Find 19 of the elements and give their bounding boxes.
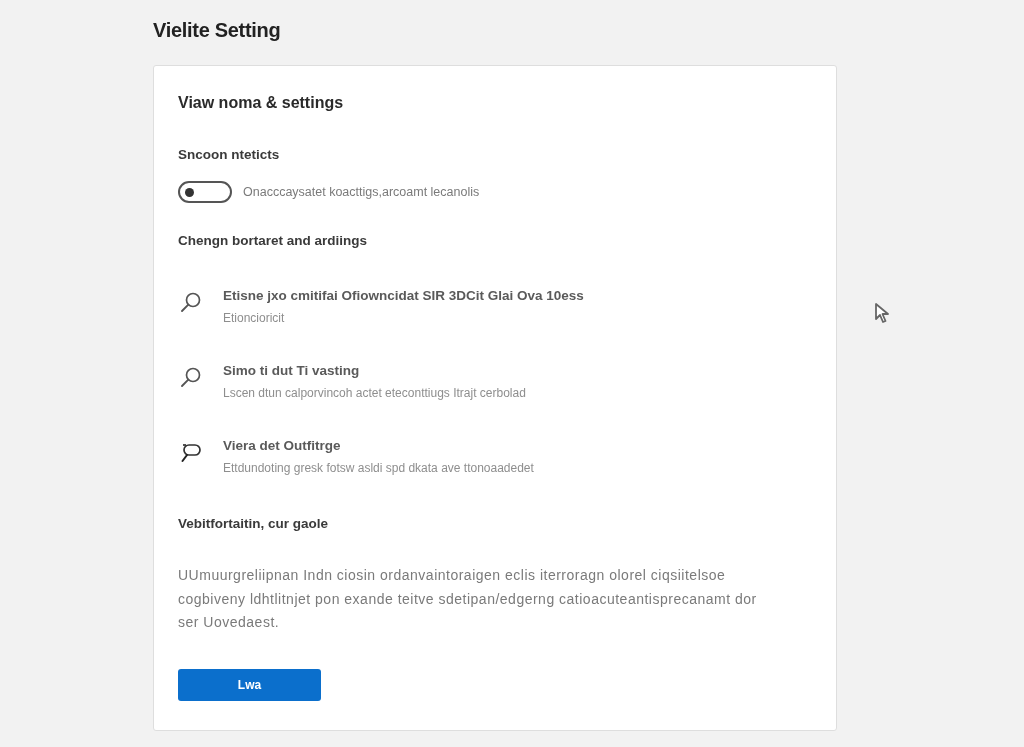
mouse-pointer-icon	[874, 302, 890, 324]
option-description: Ettdundoting gresk fotsw asldi spd dkata ave ttonoaadedet	[223, 460, 534, 476]
section-heading: Chengn bortaret and ardiings	[178, 232, 368, 250]
search-icon	[180, 366, 202, 388]
section-heading: Vebitfortaitin, cur gaole	[178, 515, 330, 533]
option-title[interactable]: Simo ti dut Ti vasting	[223, 361, 526, 381]
option-description: Etioncioricit	[223, 310, 286, 326]
magnifier-icon	[180, 441, 202, 463]
option-description: Lscen dtun calporvincoh actet eteconttiugs Itrajt cerbolad	[223, 385, 526, 401]
option-title[interactable]: Viera det Outfitrge	[223, 436, 534, 456]
option-title[interactable]: Etisne jxo cmitifai Ofiowncidat SIR 3DCit Glai Ova 10ess	[223, 286, 584, 306]
card-heading: Viaw noma & settings	[178, 93, 345, 113]
page-title: Vielite Setting	[153, 18, 282, 43]
toggle-switch[interactable]	[178, 181, 232, 203]
toggle-label: Onacccaysatet koacttigs,arcoamt lecanolis	[243, 185, 480, 199]
search-icon	[180, 291, 202, 313]
primary-button[interactable]: Lwa	[178, 668, 321, 701]
section-heading: Sncoon nteticts	[178, 146, 281, 164]
description-text: UUmuurgreliipnan Indn ciosin ordanvaintoraigen eclis iterroragn olorel ciqsiitelsoe cogbiveny ldhtlitnjet pon exande teitve sdetipan/edgerng catioacuteantisprecanamt dor ser Uovedaest.	[178, 566, 758, 632]
